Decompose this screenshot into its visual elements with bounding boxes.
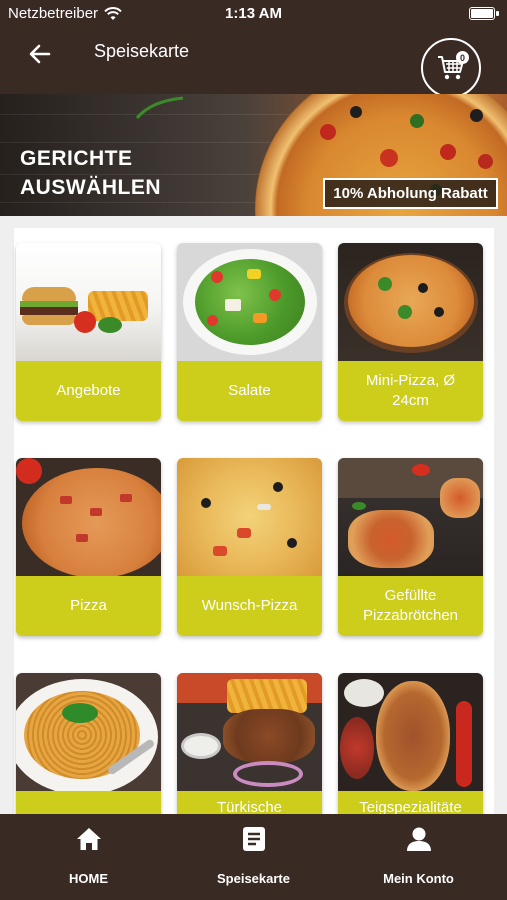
category-label: Teigspezialitäte xyxy=(338,791,483,814)
back-arrow-icon xyxy=(29,44,51,64)
category-label: Wunsch-Pizza xyxy=(177,576,322,636)
category-card-gefuellte-pizzabroetchen[interactable]: Gefüllte Pizzabrötchen xyxy=(338,458,483,636)
mini-pizza-image xyxy=(338,243,483,361)
category-card-salate[interactable]: Salate xyxy=(177,243,322,421)
category-label: Pizza xyxy=(16,576,161,636)
hero-heading: GERICHTE AUSWÄHLEN xyxy=(20,144,161,202)
status-bar: Netzbetreiber 1:13 AM xyxy=(0,0,507,28)
cart-count-badge: 0 xyxy=(456,51,469,64)
tab-label: HOME xyxy=(69,871,108,886)
category-label: Pasta xyxy=(16,791,161,814)
hero-banner: GERICHTE AUSWÄHLEN 10% Abholung Rabatt xyxy=(0,94,507,216)
category-label: Gefüllte Pizzabrötchen xyxy=(338,576,483,636)
doner-plate-image xyxy=(177,673,322,791)
pide-image xyxy=(338,673,483,791)
pizza-rolls-image xyxy=(338,458,483,576)
cart-button[interactable]: 0 xyxy=(421,38,481,98)
category-label: Salate xyxy=(177,361,322,421)
hero-heading-line2: AUSWÄHLEN xyxy=(20,176,161,199)
user-icon xyxy=(406,827,431,851)
category-card-wunsch-pizza[interactable]: Wunsch-Pizza xyxy=(177,458,322,636)
back-button[interactable] xyxy=(22,36,58,72)
bottom-tab-bar: HOME Speisekarte Mein Konto xyxy=(0,814,507,900)
category-label: Türkische xyxy=(177,791,322,814)
category-label: Mini-Pizza, Ø 24cm xyxy=(338,361,483,421)
tab-home[interactable]: HOME xyxy=(4,814,173,900)
category-card-pasta[interactable]: Pasta xyxy=(16,673,161,814)
salad-image xyxy=(177,243,322,361)
menu-document-icon xyxy=(242,827,265,851)
category-label: Angebote xyxy=(16,361,161,421)
tab-label: Mein Konto xyxy=(383,871,454,886)
category-card-teigspezialitaeten[interactable]: Teigspezialitäte xyxy=(338,673,483,814)
battery-icon xyxy=(469,7,499,20)
category-card-angebote[interactable]: Angebote xyxy=(16,243,161,421)
category-card-mini-pizza[interactable]: Mini-Pizza, Ø 24cm xyxy=(338,243,483,421)
category-grid: Angebote Salate Mini-Pizza, Ø 24cm Pizza… xyxy=(0,216,507,814)
pasta-image xyxy=(16,673,161,791)
home-icon xyxy=(76,828,101,850)
herb-garnish-icon xyxy=(135,96,184,119)
discount-badge: 10% Abholung Rabatt xyxy=(323,178,498,209)
category-card-pizza[interactable]: Pizza xyxy=(16,458,161,636)
hero-heading-line1: GERICHTE xyxy=(20,147,133,170)
category-card-tuerkische[interactable]: Türkische xyxy=(177,673,322,814)
burger-fries-image xyxy=(16,243,161,361)
tab-label: Speisekarte xyxy=(217,871,290,886)
tab-mein-konto[interactable]: Mein Konto xyxy=(334,814,503,900)
clock: 1:13 AM xyxy=(225,5,282,22)
top-nav-bar: Speisekarte 0 xyxy=(0,28,507,98)
custom-pizza-image xyxy=(177,458,322,576)
pizza-image xyxy=(16,458,161,576)
page-title: Speisekarte xyxy=(94,41,190,61)
tab-speisekarte[interactable]: Speisekarte xyxy=(169,814,338,900)
